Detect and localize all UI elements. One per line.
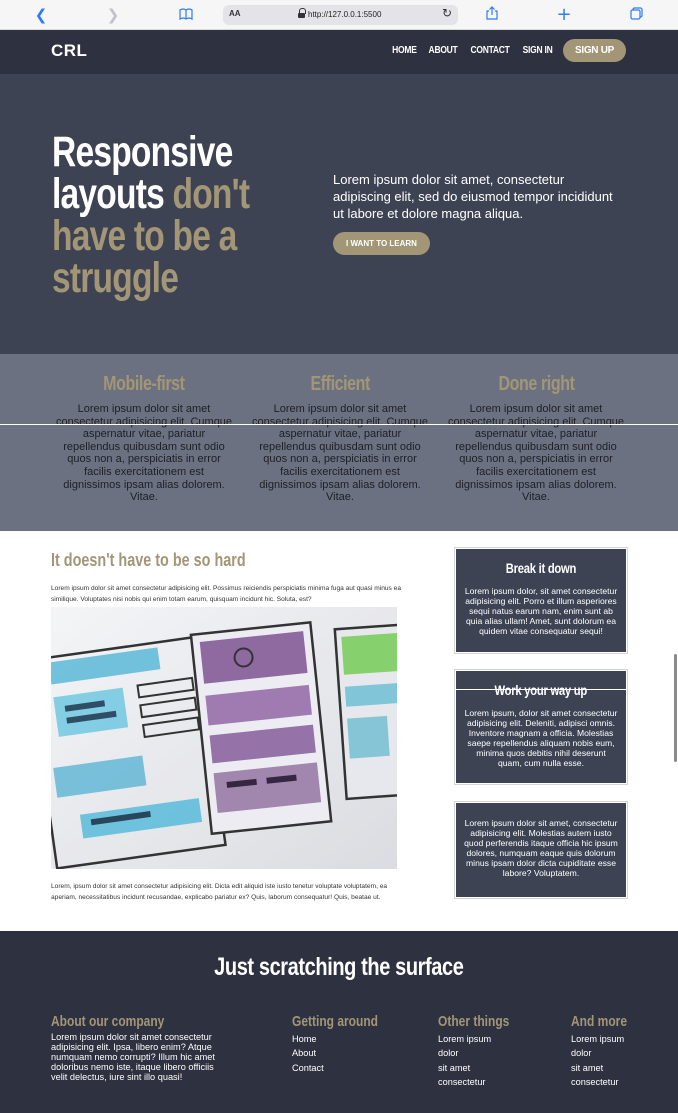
article-intro: Lorem ipsum dolor sit amet consectetur a… <box>51 585 401 603</box>
render-artifact-line <box>0 424 678 425</box>
feature-efficient: Efficient Lorem ipsum dolor sit amet con… <box>250 373 430 504</box>
wireframe-sketch-image <box>51 607 397 869</box>
scrollbar-thumb[interactable] <box>674 654 677 762</box>
footer-link[interactable]: consectetur <box>438 1075 527 1089</box>
back-icon[interactable]: ❮ <box>32 6 50 24</box>
footer-other-things: Other things Lorem ipsum dolor sit amet … <box>438 1013 527 1089</box>
new-tab-icon[interactable]: + <box>555 6 573 24</box>
features-section: Mobile-first Lorem ipsum dolor sit amet … <box>0 354 678 531</box>
site-header: CRL HOME ABOUT CONTACT SIGN IN SIGN UP <box>0 30 678 74</box>
logo[interactable]: CRL <box>51 41 87 61</box>
feature-title: Done right <box>498 373 574 395</box>
footer-link-contact[interactable]: Contact <box>292 1061 400 1075</box>
footer-link[interactable]: sit amet <box>571 1061 641 1075</box>
nav-sign-in[interactable]: SIGN IN <box>522 45 552 56</box>
footer-column-title: And more <box>571 1013 628 1030</box>
footer-column-title: Other things <box>438 1013 510 1030</box>
card-work-your-way-up: Work your way up Lorem ipsum, dolor sit … <box>454 669 628 785</box>
share-icon[interactable] <box>483 6 501 24</box>
url-text[interactable]: http://127.0.0.1:5500 <box>308 10 381 19</box>
footer-column-title: About our company <box>51 1013 165 1030</box>
footer-link[interactable]: dolor <box>438 1046 527 1060</box>
nav-about[interactable]: ABOUT <box>428 45 457 56</box>
feature-text: Lorem ipsum dolor sit amet consectetur a… <box>55 403 233 504</box>
forward-icon[interactable]: ❯ <box>104 6 122 24</box>
footer-about: About our company Lorem ipsum dolor sit … <box>51 1013 231 1082</box>
card-break-it-down: Break it down Lorem ipsum dolor, sit ame… <box>454 547 628 654</box>
main-nav: HOME ABOUT CONTACT SIGN IN SIGN UP <box>383 39 626 62</box>
card-title: Work your way up <box>494 682 588 698</box>
text-size-button[interactable]: AA <box>229 9 241 18</box>
browser-toolbar: ❮ ❯ AA http://127.0.0.1:5500 ↻ + <box>0 0 678 30</box>
article-outro: Lorem, ipsum dolor sit amet consectetur … <box>51 883 388 901</box>
footer-link[interactable]: sit amet <box>438 1061 527 1075</box>
hero-title: Responsive layouts don't have to be a st… <box>52 131 286 300</box>
footer-link[interactable]: Lorem ipsum <box>438 1032 527 1046</box>
footer-column-title: Getting around <box>292 1013 378 1030</box>
card-untitled: Lorem ipsum dolor sit amet, consectetur … <box>454 801 628 899</box>
card-text: Lorem ipsum, dolor sit amet consectetur … <box>464 708 618 768</box>
footer-about-text: Lorem ipsum dolor sit amet consectetur a… <box>51 1032 215 1082</box>
hero-section: Responsive layouts don't have to be a st… <box>0 74 678 354</box>
lock-icon <box>298 8 306 19</box>
feature-text: Lorem ipsum dolor sit amet consectetur a… <box>251 403 429 504</box>
footer-link[interactable]: dolor <box>571 1046 641 1060</box>
footer-link[interactable]: Lorem ipsum <box>571 1032 641 1046</box>
footer-getting-around: Getting around Home About Contact <box>292 1013 400 1075</box>
feature-text: Lorem ipsum dolor sit amet consectetur a… <box>447 403 625 504</box>
card-text: Lorem ipsum dolor sit amet, consectetur … <box>464 818 618 878</box>
tabs-icon[interactable] <box>627 6 645 24</box>
sign-up-button[interactable]: SIGN UP <box>562 39 626 62</box>
page-scrollbar[interactable] <box>672 74 678 1113</box>
nav-home[interactable]: HOME <box>392 45 417 56</box>
footer-heading-text: Just scratching the surface <box>214 953 464 981</box>
nav-contact[interactable]: CONTACT <box>470 45 509 56</box>
address-bar[interactable]: AA http://127.0.0.1:5500 ↻ <box>223 5 458 25</box>
feature-mobile-first: Mobile-first Lorem ipsum dolor sit amet … <box>54 373 234 504</box>
footer-heading: Just scratching the surface <box>0 953 678 982</box>
site-footer: Just scratching the surface About our co… <box>0 931 678 1113</box>
card-title: Break it down <box>505 560 577 576</box>
footer-link-home[interactable]: Home <box>292 1032 400 1046</box>
learn-button[interactable]: I WANT TO LEARN <box>333 232 430 255</box>
article-title: It doesn't have to be so hard <box>51 550 246 570</box>
feature-done-right: Done right Lorem ipsum dolor sit amet co… <box>446 373 626 504</box>
feature-title: Mobile-first <box>103 373 185 395</box>
hero-description: Lorem ipsum dolor sit amet, consectetur … <box>333 172 613 221</box>
footer-and-more: And more Lorem ipsum dolor sit amet cons… <box>571 1013 641 1089</box>
card-text: Lorem ipsum dolor, sit amet consectetur … <box>464 586 618 636</box>
reload-icon[interactable]: ↻ <box>442 6 452 20</box>
footer-link-about[interactable]: About <box>292 1046 400 1060</box>
footer-link[interactable]: consectetur <box>571 1075 641 1089</box>
feature-title: Efficient <box>310 373 370 395</box>
render-artifact-line <box>455 689 627 690</box>
bookmarks-icon[interactable] <box>177 6 195 24</box>
